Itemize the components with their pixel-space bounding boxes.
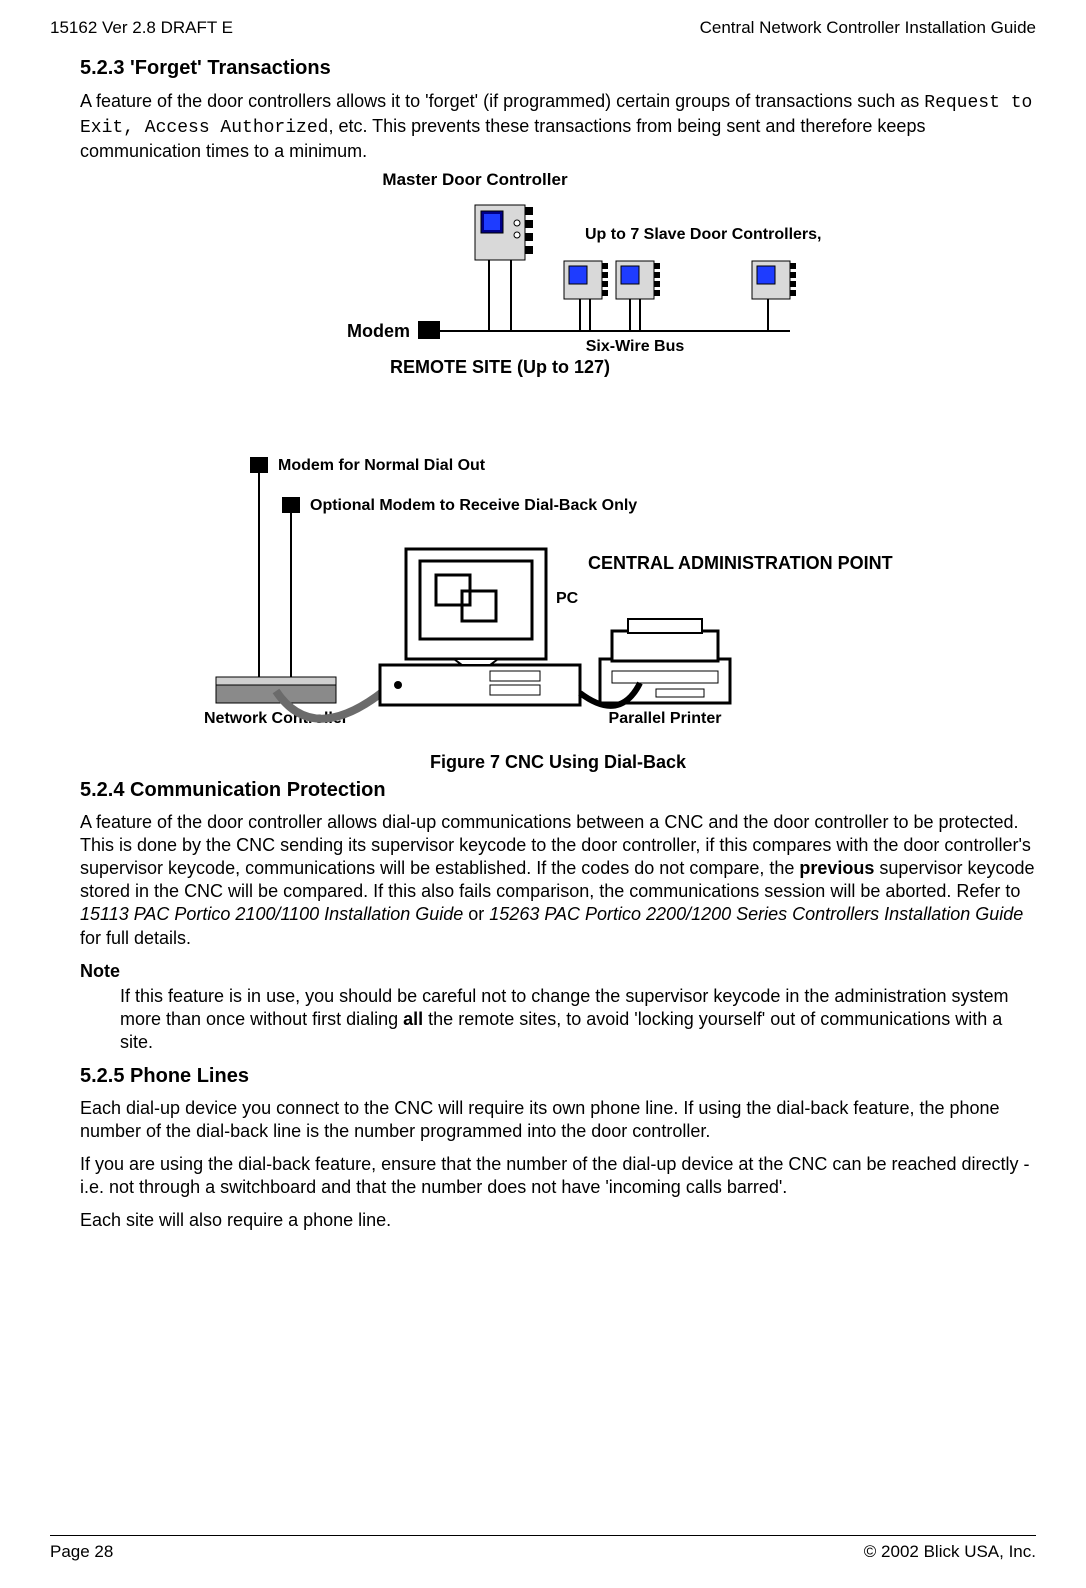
label-modem-dialout: Modem for Normal Dial Out [278, 457, 486, 474]
label-printer: Parallel Printer [609, 710, 722, 727]
figure-7-svg: Master Door Controller Up to 7 Slave Doo… [80, 173, 1040, 743]
figure-7-caption: Figure 7 CNC Using Dial-Back [80, 751, 1036, 774]
master-controller-icon [475, 205, 533, 260]
printer-icon [600, 619, 730, 703]
modem-dialback-icon [282, 497, 300, 513]
label-modem: Modem [347, 321, 410, 341]
figure-7-diagram: Master Door Controller Up to 7 Slave Doo… [80, 173, 1036, 774]
label-modem-dialback: Optional Modem to Receive Dial-Back Only [310, 497, 637, 514]
label-remote-site: REMOTE SITE (Up to 127) [390, 357, 610, 377]
label-pc: PC [556, 590, 579, 607]
modem-icon [418, 321, 440, 339]
note-label: Note [80, 960, 1036, 983]
label-sixwire: Six-Wire Bus [586, 338, 685, 355]
label-master-door: Master Door Controller [382, 173, 568, 189]
header-right: Central Network Controller Installation … [700, 18, 1036, 38]
header-left: 15162 Ver 2.8 DRAFT E [50, 18, 233, 38]
page-footer: Page 28 © 2002 Blick USA, Inc. [50, 1542, 1036, 1562]
para-524: A feature of the door controller allows … [80, 811, 1036, 949]
modem-dialout-icon [250, 457, 268, 473]
network-controller-icon [216, 677, 336, 703]
page-header: 15162 Ver 2.8 DRAFT E Central Network Co… [50, 18, 1036, 38]
upper-wiring [430, 260, 790, 331]
footer-left: Page 28 [50, 1542, 113, 1562]
pc-icon [380, 549, 580, 705]
para-525-3: Each site will also require a phone line… [80, 1209, 1036, 1232]
heading-523: 5.2.3 'Forget' Transactions [80, 56, 1036, 82]
slave-controller-icon [564, 261, 796, 299]
heading-524: 5.2.4 Communication Protection [80, 778, 1036, 804]
page: 15162 Ver 2.8 DRAFT E Central Network Co… [0, 0, 1086, 1588]
note-body: If this feature is in use, you should be… [120, 985, 1036, 1054]
label-slave: Up to 7 Slave Door Controllers, [585, 226, 821, 243]
para-525-1: Each dial-up device you connect to the C… [80, 1097, 1036, 1143]
label-cap: CENTRAL ADMINISTRATION POINT [588, 553, 893, 573]
body-column: 5.2.3 'Forget' Transactions A feature of… [80, 56, 1036, 1232]
heading-525: 5.2.5 Phone Lines [80, 1064, 1036, 1090]
para-523: A feature of the door controllers allows… [80, 90, 1036, 163]
footer-rule [50, 1535, 1036, 1536]
footer-right: © 2002 Blick USA, Inc. [864, 1542, 1036, 1562]
para-525-2: If you are using the dial-back feature, … [80, 1153, 1036, 1199]
